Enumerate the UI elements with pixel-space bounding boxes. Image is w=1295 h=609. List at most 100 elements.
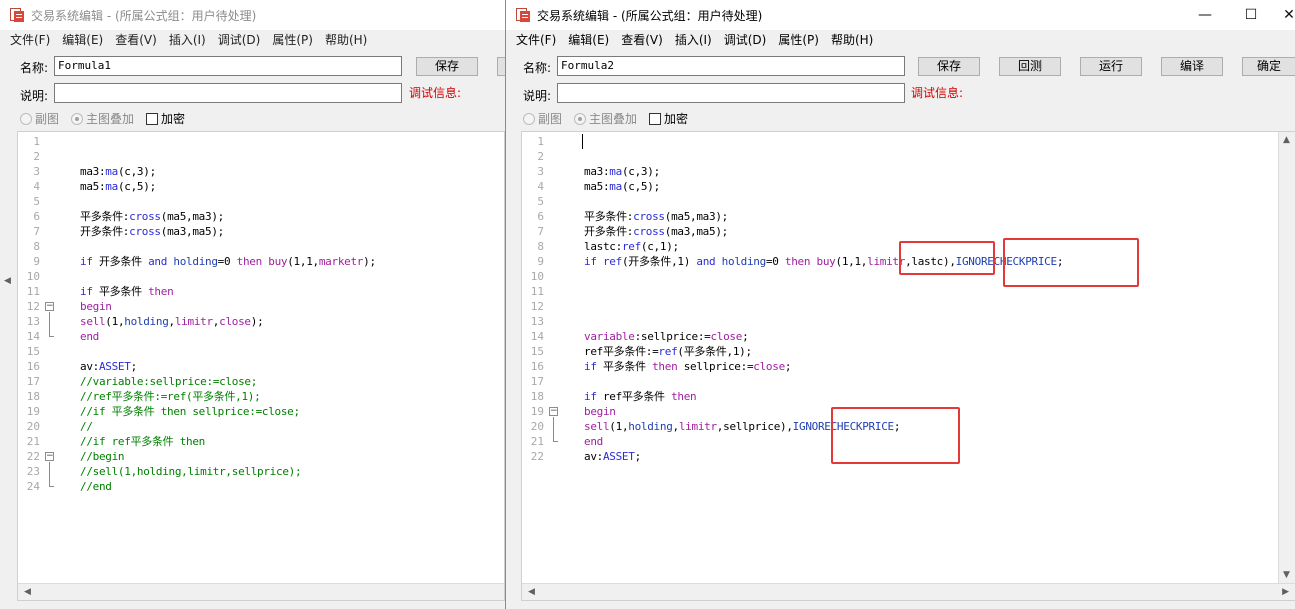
code-token: (ma5,ma3); [664, 210, 729, 223]
name-input[interactable]: Formula1 [54, 56, 402, 76]
menu-debug[interactable]: 调试(D) [212, 30, 267, 50]
minimize-icon[interactable]: — [1182, 0, 1228, 30]
save-button[interactable]: 保存 [918, 57, 980, 76]
menu-edit[interactable]: 编辑(E) [562, 30, 615, 50]
code-token: begin [80, 300, 112, 313]
code-token: ma [609, 165, 622, 178]
option-main-label: 主图叠加 [86, 112, 135, 126]
code-token: ; [742, 330, 749, 343]
code-token: ref [602, 255, 622, 268]
code-token: ref平多条件:= [584, 345, 659, 358]
code-token: if [584, 360, 597, 373]
menu-properties[interactable]: 属性(P) [266, 30, 319, 50]
checkbox-icon [649, 112, 661, 125]
code-line: //if ref平多条件 then [80, 434, 205, 449]
menu-insert[interactable]: 插入(I) [669, 30, 718, 50]
fold-toggle-icon[interactable]: − [45, 452, 54, 461]
fold-toggle-icon[interactable]: − [45, 302, 54, 311]
menu-edit[interactable]: 编辑(E) [56, 30, 109, 50]
save-button[interactable]: 保存 [416, 57, 478, 76]
window-title: 交易系统编辑 - (所属公式组：用户待处理) [31, 8, 257, 23]
option-sub-label: 副图 [35, 112, 60, 126]
run-button[interactable]: 运行 [1080, 57, 1142, 76]
line-number: 2 [537, 150, 544, 163]
code-token: (c,3); [621, 165, 660, 178]
code-token: ASSET [602, 450, 635, 463]
line-number: 9 [33, 255, 40, 268]
scroll-down-icon[interactable]: ▼ [1283, 570, 1290, 580]
option-encrypt[interactable]: 加密 [649, 110, 688, 127]
line-number: 18 [530, 390, 544, 403]
text-cursor [582, 134, 583, 149]
code-token: ); [363, 255, 376, 268]
code-line: 平多条件:cross(ma5,ma3); [80, 209, 224, 224]
code-token: ,sellprice), [716, 420, 793, 433]
window-title: 交易系统编辑 - (所属公式组：用户待处理) [537, 8, 763, 23]
menu-bar: 文件(F) 编辑(E) 查看(V) 插入(I) 调试(D) 属性(P) 帮助(H… [0, 30, 505, 50]
line-gutter: 1 2 3 4 5 6 7 8 9 10 11 12 13 14 15 16 17 18 19 20 21 22− [522, 132, 580, 600]
scroll-left-icon[interactable]: ◀ [24, 587, 31, 597]
line-number: 19 [26, 405, 40, 418]
code-editor[interactable]: 1 2 3 4 5 6 7 8 9 10 11 12 13 14 15 16 17 18 19 20 21 22 23 24−… [17, 131, 505, 601]
menu-file[interactable]: 文件(F) [510, 30, 562, 50]
menu-help[interactable]: 帮助(H) [825, 30, 879, 50]
hidden-button-edge[interactable] [497, 57, 505, 76]
desc-input[interactable] [54, 83, 402, 103]
menu-view[interactable]: 查看(V) [109, 30, 163, 50]
name-input[interactable]: Formula2 [557, 56, 905, 76]
editor-window-1: 交易系统编辑 - (所属公式组：用户待处理) 文件(F) 编辑(E) 查看(V)… [0, 0, 505, 609]
compile-button[interactable]: 编译 [1161, 57, 1223, 76]
code-token: (1,1, [835, 255, 868, 268]
code-token: then [652, 360, 678, 373]
menu-file[interactable]: 文件(F) [4, 30, 56, 50]
code-token: //sell(1,holding,limitr,sellprice); [80, 465, 302, 478]
title-bar[interactable]: 交易系统编辑 - (所属公式组：用户待处理) [0, 0, 505, 30]
code-token: cross [129, 210, 161, 223]
code-token: if [584, 390, 597, 403]
name-label: 名称: [523, 61, 552, 75]
option-main-overlay[interactable]: 主图叠加 [574, 110, 637, 127]
backtest-button[interactable]: 回测 [999, 57, 1061, 76]
option-encrypt[interactable]: 加密 [146, 110, 185, 127]
scroll-up-icon[interactable]: ▲ [1283, 135, 1290, 145]
scroll-left-icon[interactable]: ◀ [528, 587, 535, 597]
horizontal-scrollbar[interactable]: ◀ [18, 583, 504, 600]
code-editor[interactable]: 1 2 3 4 5 6 7 8 9 10 11 12 13 14 15 16 17 18 19 20 21 22− ma3… [521, 131, 1295, 601]
code-token: ma3: [80, 165, 106, 178]
option-main-overlay[interactable]: 主图叠加 [71, 110, 134, 127]
checkbox-icon [146, 112, 158, 125]
menu-properties[interactable]: 属性(P) [772, 30, 825, 50]
code-token: limitr [174, 315, 213, 328]
menu-view[interactable]: 查看(V) [615, 30, 669, 50]
code-line: ma3:ma(c,3); [584, 164, 660, 179]
line-number: 17 [530, 375, 544, 388]
code-line: //sell(1,holding,limitr,sellprice); [80, 464, 302, 479]
vertical-scrollbar[interactable]: ▲ ▼ [1278, 132, 1295, 583]
line-number: 14 [530, 330, 544, 343]
fold-toggle-icon[interactable]: − [549, 407, 558, 416]
close-icon[interactable]: ✕ [1266, 0, 1295, 30]
line-number: 15 [530, 345, 544, 358]
code-line: sell(1,holding,limitr,close); [80, 314, 264, 329]
scroll-right-icon[interactable]: ▶ [1282, 587, 1289, 597]
code-token: ; [130, 360, 138, 373]
title-bar[interactable]: 交易系统编辑 - (所属公式组：用户待处理) — ☐ ✕ [506, 0, 1295, 30]
code-token: then [671, 390, 697, 403]
option-sub-chart[interactable]: 副图 [523, 110, 562, 127]
menu-insert[interactable]: 插入(I) [163, 30, 212, 50]
scroll-left-arrow-icon[interactable]: ◀ [4, 276, 11, 286]
line-number: 2 [33, 150, 40, 163]
desc-input[interactable] [557, 83, 905, 103]
code-token: sellprice:= [677, 360, 754, 373]
code-line: variable:sellprice:=close; [584, 329, 749, 344]
ok-button[interactable]: 确定 [1242, 57, 1295, 76]
menu-debug[interactable]: 调试(D) [718, 30, 773, 50]
code-token: 开多条件: [80, 225, 130, 238]
fold-end [49, 336, 54, 337]
left-scroll-strip[interactable]: ◀ [0, 131, 17, 609]
code-token: lastc: [584, 240, 622, 253]
line-gutter: 1 2 3 4 5 6 7 8 9 10 11 12 13 14 15 16 17 18 19 20 21 22 23 24−… [18, 132, 76, 600]
horizontal-scrollbar[interactable]: ◀ ▶ [522, 583, 1295, 600]
option-sub-chart[interactable]: 副图 [20, 110, 59, 127]
menu-help[interactable]: 帮助(H) [319, 30, 373, 50]
